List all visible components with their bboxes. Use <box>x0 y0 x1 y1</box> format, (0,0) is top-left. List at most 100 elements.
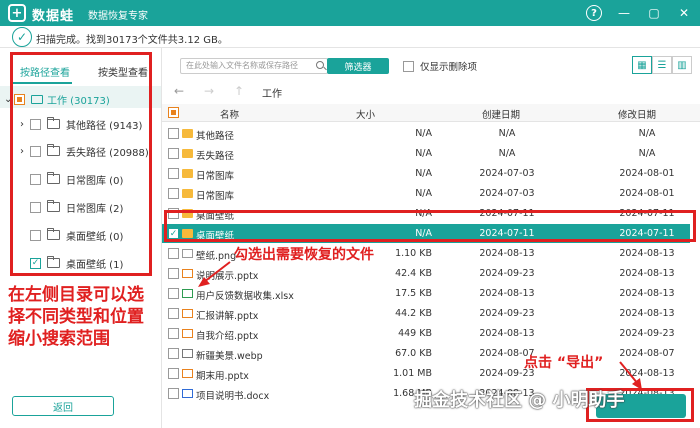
table-row[interactable]: 丢失路径 N/A N/A N/A <box>162 144 690 163</box>
path-nav: ← → ↑ 工作 <box>170 84 700 100</box>
table-row[interactable]: 用户反馈数据收集.xlsx 17.5 KB 2024-08-13 2024-08-13 <box>162 284 690 303</box>
minimize-icon[interactable]: — <box>614 3 634 23</box>
created-date: 2024-08-13 <box>479 248 535 259</box>
col-created[interactable]: 创建日期 <box>482 107 520 121</box>
file-size: 17.5 KB <box>395 288 432 299</box>
created-date: 2024-09-23 <box>479 308 535 319</box>
watermark: 掘金技术社区 @ 小明助手 <box>414 390 625 411</box>
maximize-icon[interactable]: ▢ <box>644 3 664 23</box>
docx-file-icon <box>182 389 193 398</box>
created-date: 2024-07-03 <box>479 168 535 179</box>
file-size: N/A <box>415 188 432 199</box>
row-checkbox[interactable] <box>168 248 179 259</box>
file-size: 1.01 MB <box>393 368 432 379</box>
file-name: 其他路径 <box>196 131 235 142</box>
file-name: 项目说明书.docx <box>196 391 270 402</box>
row-checkbox[interactable] <box>168 308 179 319</box>
only-deleted-checkbox[interactable] <box>403 60 414 72</box>
pptx-file-icon <box>182 369 193 378</box>
col-name[interactable]: 名称 <box>220 107 239 121</box>
row-checkbox[interactable] <box>168 368 179 379</box>
pptx-file-icon <box>182 269 193 278</box>
list-view-icon[interactable]: ☰ <box>652 56 672 74</box>
up-arrow-icon[interactable]: ↑ <box>234 84 244 98</box>
search-input[interactable]: 在此处输入文件名称或保存路径 <box>180 58 328 74</box>
col-modified[interactable]: 修改日期 <box>618 107 656 121</box>
row-checkbox[interactable] <box>168 168 179 179</box>
close-icon[interactable]: ✕ <box>674 3 694 23</box>
created-date: 2024-09-23 <box>479 268 535 279</box>
row-checkbox[interactable] <box>168 188 179 199</box>
only-deleted-toggle[interactable]: 仅显示删除项 <box>403 59 477 73</box>
row-checkbox[interactable] <box>168 148 179 159</box>
file-name: 日常图库 <box>196 171 235 182</box>
modified-date: 2024-08-13 <box>619 288 675 299</box>
xlsx-file-icon <box>182 289 193 298</box>
file-name: 新疆美景.webp <box>196 351 263 362</box>
table-row[interactable]: 新疆美景.webp 67.0 KB 2024-08-07 2024-08-07 <box>162 344 690 363</box>
row-checkbox[interactable] <box>168 388 179 399</box>
check-circle-icon: ✓ <box>12 27 32 47</box>
title-bar: + 数据蛙 数据恢复专家 ? — ▢ ✕ <box>0 0 700 26</box>
pptx-file-icon <box>182 309 193 318</box>
modified-date: 2024-08-07 <box>619 348 675 359</box>
table-header: 名称 大小 创建日期 修改日期 <box>162 104 700 122</box>
pptx-file-icon <box>182 329 193 338</box>
modified-date: N/A <box>638 148 656 159</box>
modified-date: 2024-08-13 <box>619 308 675 319</box>
annotation-check: 勾选出需要恢复的文件 <box>234 247 374 263</box>
folder-file-icon <box>182 169 193 178</box>
modified-date: 2024-08-13 <box>619 368 675 379</box>
created-date: 2024-08-13 <box>479 288 535 299</box>
detail-view-icon[interactable]: ▥ <box>672 56 692 74</box>
annotation-left: 在左侧目录可以选择不同类型和位置缩小搜索范围 <box>8 285 144 349</box>
file-name: 汇报讲解.pptx <box>196 311 259 322</box>
file-name: 日常图库 <box>196 191 235 202</box>
row-checkbox[interactable] <box>168 268 179 279</box>
table-row[interactable]: 日常图库 N/A 2024-07-03 2024-08-01 <box>162 184 690 203</box>
sidebar-highlight <box>10 52 152 276</box>
back-button[interactable]: 返回 <box>12 396 114 416</box>
selected-row-highlight <box>164 210 696 242</box>
grid-view-icon[interactable]: ▦ <box>632 56 652 74</box>
back-arrow-icon[interactable]: ← <box>174 84 184 98</box>
forward-arrow-icon[interactable]: → <box>204 84 214 98</box>
current-path: 工作 <box>262 89 282 100</box>
file-size: 449 KB <box>398 328 432 339</box>
created-date: N/A <box>498 148 516 159</box>
col-size[interactable]: 大小 <box>356 107 375 121</box>
table-row[interactable]: 说明展示.pptx 42.4 KB 2024-09-23 2024-08-13 <box>162 264 690 283</box>
select-all-checkbox[interactable] <box>168 107 179 118</box>
only-deleted-label: 仅显示删除项 <box>420 62 478 73</box>
png-file-icon <box>182 249 193 258</box>
table-row[interactable]: 其他路径 N/A N/A N/A <box>162 124 690 143</box>
table-row[interactable]: 期末用.pptx 1.01 MB 2024-09-23 2024-08-13 <box>162 364 690 383</box>
file-name: 丢失路径 <box>196 151 235 162</box>
scrollbar[interactable] <box>692 122 698 372</box>
created-date: N/A <box>498 128 516 139</box>
filter-button[interactable]: 筛选器 <box>327 58 389 74</box>
row-checkbox[interactable] <box>168 128 179 139</box>
table-row[interactable]: 汇报讲解.pptx 44.2 KB 2024-09-23 2024-08-13 <box>162 304 690 323</box>
file-size: 67.0 KB <box>395 348 432 359</box>
modified-date: 2024-08-13 <box>619 248 675 259</box>
row-checkbox[interactable] <box>168 348 179 359</box>
file-size: 42.4 KB <box>395 268 432 279</box>
search-icon[interactable] <box>316 61 324 69</box>
file-size: N/A <box>415 168 432 179</box>
created-date: 2024-08-13 <box>479 328 535 339</box>
help-icon[interactable]: ? <box>586 5 602 21</box>
modified-date: 2024-08-01 <box>619 188 675 199</box>
row-checkbox[interactable] <box>168 288 179 299</box>
modified-date: 2024-08-13 <box>619 268 675 279</box>
row-checkbox[interactable] <box>168 328 179 339</box>
table-row[interactable]: 自我介绍.pptx 449 KB 2024-08-13 2024-09-23 <box>162 324 690 343</box>
table-row[interactable]: 日常图库 N/A 2024-07-03 2024-08-01 <box>162 164 690 183</box>
scan-status-bar: ✓ 扫描完成。找到30173个文件共3.12 GB。 <box>0 26 700 48</box>
modified-date: 2024-09-23 <box>619 328 675 339</box>
modified-date: N/A <box>638 128 656 139</box>
webp-file-icon <box>182 349 193 358</box>
annotation-export: 点击 “导出” <box>524 355 604 371</box>
app-name: 数据蛙 <box>32 9 75 24</box>
file-name: 期末用.pptx <box>196 371 249 382</box>
